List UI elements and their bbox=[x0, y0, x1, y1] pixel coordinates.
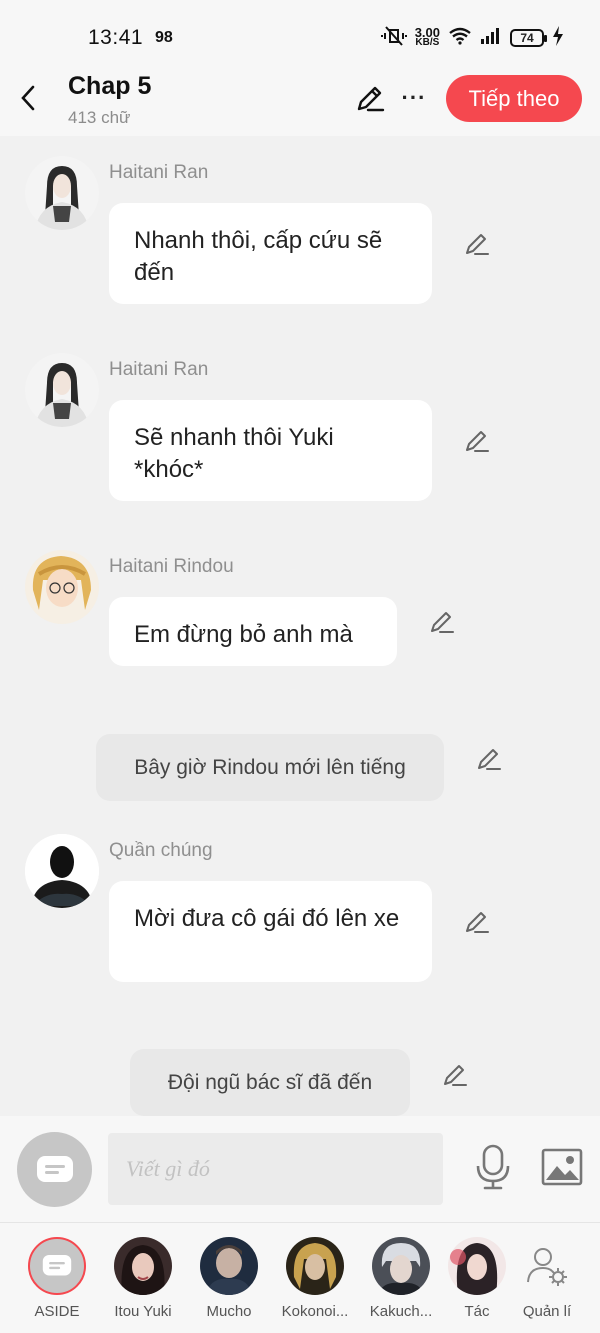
page-title: Chap 5 bbox=[68, 72, 152, 100]
pencil-icon bbox=[466, 912, 489, 933]
insert-image-button[interactable] bbox=[541, 1147, 583, 1187]
character-label: ASIDE bbox=[34, 1303, 80, 1320]
chevron-left-icon bbox=[21, 85, 35, 111]
narration-bubble[interactable]: Đội ngũ bác sĩ đã đến bbox=[130, 1049, 410, 1116]
charging-icon bbox=[552, 25, 564, 51]
edit-narration-button[interactable] bbox=[441, 1061, 469, 1089]
header: Chap 5 413 chữ ··· Tiếp theo bbox=[0, 72, 600, 136]
speaker-name: Quần chúng bbox=[109, 840, 213, 861]
status-time: 13:41 bbox=[88, 26, 144, 49]
manage-user-icon bbox=[518, 1237, 576, 1295]
edit-message-button[interactable] bbox=[463, 427, 491, 455]
avatar bbox=[372, 1237, 430, 1295]
aside-avatar bbox=[28, 1237, 86, 1295]
pencil-icon bbox=[444, 1065, 467, 1086]
pencil-icon bbox=[466, 234, 489, 255]
pencil-icon bbox=[357, 86, 385, 112]
more-options-button[interactable]: ··· bbox=[400, 82, 428, 114]
chat-bubble-icon bbox=[36, 1155, 73, 1182]
character-mucho[interactable]: Mucho bbox=[186, 1237, 272, 1320]
avatar bbox=[114, 1237, 172, 1295]
edit-message-button[interactable] bbox=[428, 608, 456, 636]
manage-characters-button[interactable]: Quản lí bbox=[504, 1237, 590, 1320]
status-notification-count: 98 bbox=[155, 29, 173, 46]
speaker-name: Haitani Ran bbox=[109, 359, 209, 380]
pencil-icon bbox=[478, 749, 501, 770]
chat-area[interactable]: Haitani Ran Nhanh thôi, cấp cứu sẽ đến H… bbox=[0, 136, 600, 1116]
message-bubble[interactable]: Nhanh thôi, cấp cứu sẽ đến bbox=[109, 203, 432, 304]
next-button[interactable]: Tiếp theo bbox=[446, 75, 582, 122]
pencil-icon bbox=[466, 431, 489, 452]
aside-toggle-button[interactable] bbox=[17, 1132, 92, 1207]
character-kakucho[interactable]: Kakuch... bbox=[358, 1237, 444, 1320]
status-bar: 13:41 98 3.00 KB/S 74 bbox=[0, 0, 600, 72]
character-label: Kokonoi... bbox=[281, 1303, 349, 1320]
speaker-name: Haitani Ran bbox=[109, 162, 209, 183]
edit-message-button[interactable] bbox=[463, 908, 491, 936]
avatar bbox=[200, 1237, 258, 1295]
chat-bubble-icon bbox=[42, 1254, 72, 1276]
avatar-haitani-rindou[interactable] bbox=[25, 550, 99, 624]
microphone-icon bbox=[476, 1144, 510, 1190]
status-icons: 3.00 KB/S 74 bbox=[380, 25, 564, 51]
character-label: Quản lí bbox=[522, 1303, 572, 1320]
character-label: Itou Yuki bbox=[114, 1303, 172, 1320]
character-itou-yuki[interactable]: Itou Yuki bbox=[100, 1237, 186, 1320]
message-bubble[interactable]: Mời đưa cô gái đó lên xe bbox=[109, 881, 432, 982]
mute-vibrate-icon bbox=[380, 25, 407, 51]
battery-icon: 74 bbox=[510, 29, 547, 47]
avatar bbox=[286, 1237, 344, 1295]
more-dots-icon: ··· bbox=[401, 85, 427, 110]
image-icon bbox=[541, 1148, 583, 1186]
word-count: 413 chữ bbox=[68, 108, 131, 127]
character-aside[interactable]: ASIDE bbox=[14, 1237, 100, 1320]
edit-narration-button[interactable] bbox=[475, 745, 503, 773]
character-label: Mucho bbox=[206, 1303, 252, 1320]
character-kokonoi[interactable]: Kokonoi... bbox=[272, 1237, 358, 1320]
edit-chapter-button[interactable] bbox=[354, 82, 386, 114]
voice-input-button[interactable] bbox=[473, 1144, 513, 1190]
message-bubble[interactable]: Sẽ nhanh thôi Yuki *khóc* bbox=[109, 400, 432, 501]
avatar-quan-chung[interactable] bbox=[25, 834, 99, 908]
message-input[interactable] bbox=[108, 1133, 443, 1205]
network-speed: 3.00 KB/S bbox=[414, 25, 440, 48]
back-button[interactable] bbox=[12, 82, 44, 114]
avatar-haitani-ran[interactable] bbox=[25, 353, 99, 427]
character-bar: ASIDE Itou Yuki Mucho Kokonoi... Kakuch.… bbox=[0, 1222, 600, 1333]
avatar-haitani-ran[interactable] bbox=[25, 156, 99, 230]
signal-icon bbox=[480, 27, 502, 50]
speaker-name: Haitani Rindou bbox=[109, 556, 234, 577]
pencil-icon bbox=[431, 612, 454, 633]
edit-message-button[interactable] bbox=[463, 230, 491, 258]
character-label: Kakuch... bbox=[369, 1303, 433, 1320]
narration-bubble[interactable]: Bây giờ Rindou mới lên tiếng bbox=[96, 734, 444, 801]
wifi-icon bbox=[448, 27, 472, 50]
composer-bar bbox=[0, 1116, 600, 1222]
avatar bbox=[448, 1237, 506, 1295]
message-bubble[interactable]: Em đừng bỏ anh mà bbox=[109, 597, 397, 666]
